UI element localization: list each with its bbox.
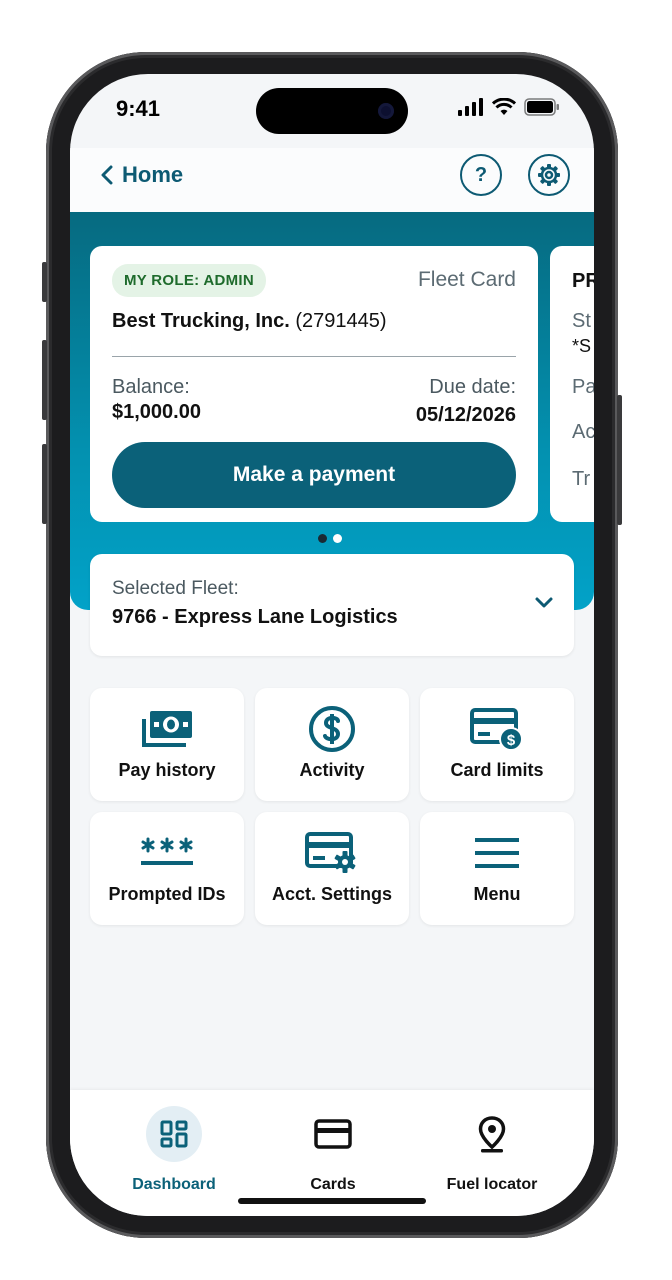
peek-title: PR <box>572 270 594 292</box>
peek-line-3: Pa <box>572 376 594 398</box>
company-name: Best Trucking, Inc. <box>112 310 290 332</box>
activity-tile[interactable]: Activity <box>255 688 409 801</box>
acct-settings-label: Acct. Settings <box>271 884 393 904</box>
volume-down-button <box>42 444 47 524</box>
activity-label: Activity <box>299 760 365 780</box>
tab-cards-label: Cards <box>310 1176 356 1193</box>
tab-dashboard-label: Dashboard <box>132 1176 216 1193</box>
due-date-label: Due date: <box>429 376 516 398</box>
help-button[interactable]: ? <box>460 154 502 196</box>
card-icon <box>314 1119 352 1149</box>
account-number: (2791445) <box>295 310 387 332</box>
carousel-dot[interactable] <box>333 534 342 543</box>
silent-switch <box>42 262 47 302</box>
dollar-circle-icon <box>309 706 355 752</box>
card-limits-tile[interactable]: $ Card limits <box>420 688 574 801</box>
location-pin-icon <box>478 1116 506 1153</box>
home-indicator[interactable] <box>238 1198 426 1204</box>
company-line: Best Trucking, Inc. (2791445) <box>112 310 387 333</box>
hamburger-icon <box>475 838 519 868</box>
wifi-icon <box>492 98 516 115</box>
svg-text:$: $ <box>507 732 516 749</box>
balance-label: Balance: <box>112 376 190 398</box>
volume-up-button <box>42 340 47 420</box>
peek-line-4: Ac <box>572 421 594 443</box>
balance-value: $1,000.00 <box>112 401 201 423</box>
prompted-ids-tile[interactable]: Prompted IDs <box>90 812 244 925</box>
peek-line-5: Tr <box>572 468 591 490</box>
card-type: Fleet Card <box>417 268 516 291</box>
tab-cards[interactable]: Cards <box>263 1106 403 1194</box>
prompted-ids-label: Prompted IDs <box>108 884 226 904</box>
dashboard-icon <box>160 1120 188 1148</box>
tab-active-highlight <box>146 1106 202 1162</box>
carousel-dot-active[interactable] <box>318 534 327 543</box>
card-dollar-icon: $ <box>470 708 523 751</box>
gear-icon <box>538 164 560 186</box>
status-time: 9:41 <box>116 96 161 121</box>
pay-history-label: Pay history <box>118 760 216 780</box>
signal-icon <box>458 98 483 116</box>
chevron-down-icon <box>535 597 553 608</box>
menu-label: Menu <box>473 884 521 904</box>
card-limits-label: Card limits <box>450 760 544 780</box>
due-date-value: 05/12/2026 <box>415 404 516 426</box>
tab-fuel-locator-label: Fuel locator <box>446 1176 538 1193</box>
role-badge: MY ROLE: ADMIN <box>112 264 267 297</box>
battery-icon <box>524 98 559 116</box>
peek-line-1: St <box>572 310 591 332</box>
cash-icon <box>142 711 192 747</box>
fleet-value: 9766 - Express Lane Logistics <box>112 606 398 628</box>
peek-line-2: *S <box>572 336 592 356</box>
account-hero: MY ROLE: ADMIN Fleet Card Best Trucking,… <box>70 212 594 610</box>
help-icon: ? <box>474 163 488 186</box>
card-gear-icon <box>305 832 356 873</box>
fleet-label: Selected Fleet: <box>112 578 239 599</box>
back-label: Home <box>122 162 184 187</box>
back-button[interactable]: Home <box>100 162 183 188</box>
chevron-left-icon <box>101 165 113 185</box>
settings-button[interactable] <box>528 154 570 196</box>
account-card[interactable]: MY ROLE: ADMIN Fleet Card Best Trucking,… <box>90 246 538 522</box>
card-divider <box>112 356 516 357</box>
menu-tile[interactable]: Menu <box>420 812 574 925</box>
top-navigation-bar: Home ? <box>70 148 594 212</box>
tab-fuel-locator[interactable]: Fuel locator <box>422 1106 562 1194</box>
asterisks-icon <box>141 837 193 865</box>
tab-dashboard[interactable]: Dashboard <box>104 1106 244 1194</box>
make-payment-button[interactable]: Make a payment <box>112 442 516 508</box>
pay-history-tile[interactable]: Pay history <box>90 688 244 801</box>
camera-icon <box>378 103 394 119</box>
fleet-selector[interactable]: Selected Fleet: 9766 - Express Lane Logi… <box>90 554 574 656</box>
status-icons <box>458 98 560 116</box>
app-screen: 9:41 Home ? MY ROLE: ADMIN Fleet Card Be… <box>70 74 594 1216</box>
power-button <box>617 395 622 525</box>
next-card-peek[interactable]: PR St *S Pa Ac Tr <box>550 246 594 522</box>
carousel-dots <box>318 534 342 543</box>
dynamic-island <box>256 88 408 134</box>
acct-settings-tile[interactable]: Acct. Settings <box>255 812 409 925</box>
